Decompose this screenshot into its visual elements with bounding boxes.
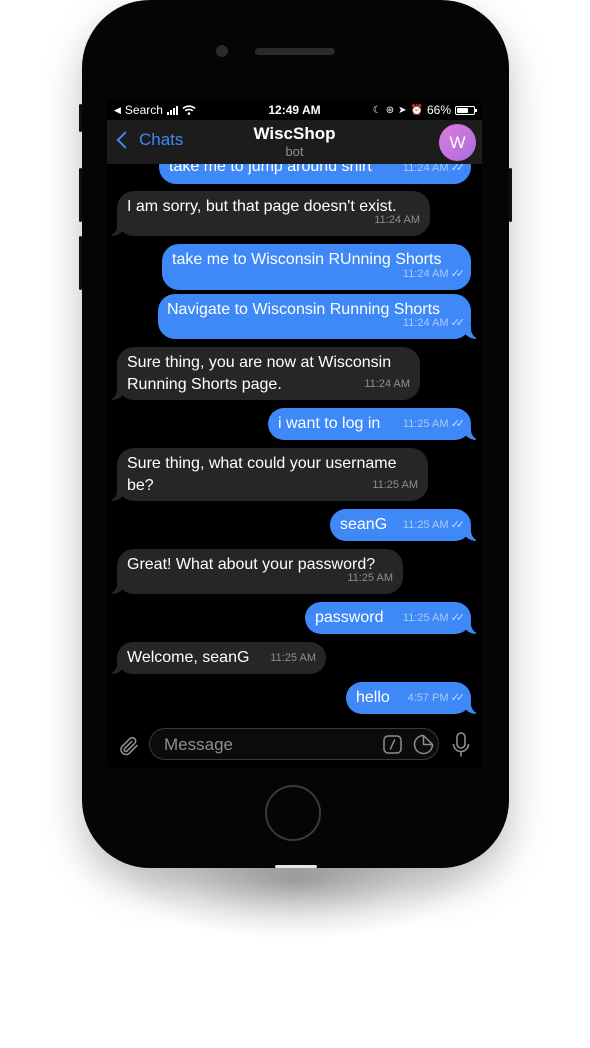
chat-header: Chats WiscShop bot W xyxy=(107,120,482,164)
status-right: ☾ ⊛ ➤ ⏰ 66% xyxy=(372,103,477,117)
phone-frame: ◀ Search 12:49 AM ☾ ⊛ ➤ ⏰ 66% Chats Wisc… xyxy=(79,0,512,868)
front-camera xyxy=(216,45,228,57)
message-bubble-outgoing[interactable]: take me to Wisconsin RUnning Shorts 11:2… xyxy=(162,244,471,290)
read-checkmarks-icon: ✓✓ xyxy=(450,692,466,704)
phone-screen: ◀ Search 12:49 AM ☾ ⊛ ➤ ⏰ 66% Chats Wisc… xyxy=(107,100,482,767)
volume-down-button xyxy=(79,236,82,290)
earpiece-speaker xyxy=(255,48,335,55)
message-bubble-incoming[interactable]: Sure thing, what could your username be?… xyxy=(107,448,428,501)
read-checkmarks-icon: ✓✓ xyxy=(450,317,466,329)
read-checkmarks-icon: ✓✓ xyxy=(450,519,466,531)
chat-subtitle: bot xyxy=(285,144,304,159)
mute-switch xyxy=(79,104,82,132)
message-time: 11:25 AM xyxy=(372,479,418,491)
message-bubble-outgoing[interactable]: take me to jump around shirt 11:24 AM ✓✓ xyxy=(159,164,471,184)
message-time: 11:24 AM xyxy=(402,268,449,280)
avatar-letter: W xyxy=(449,132,466,152)
message-bubble-outgoing[interactable]: password 11:25 AM ✓✓ xyxy=(305,602,481,634)
message-bubble-outgoing[interactable]: hello 4:57 PM ✓✓ xyxy=(346,682,481,714)
microphone-icon[interactable] xyxy=(450,731,472,759)
message-bubble-incoming[interactable]: Great! What about your password? 11:25 A… xyxy=(107,549,403,594)
message-time: 11:24 AM xyxy=(374,214,420,226)
message-bubble-incoming[interactable]: Sure thing, you are now at Wisconsin Run… xyxy=(107,347,420,400)
paperclip-icon[interactable] xyxy=(117,734,141,758)
charging-port xyxy=(275,865,317,868)
message-bubble-incoming[interactable]: I am sorry, but that page doesn't exist.… xyxy=(107,191,430,236)
sticker-icon[interactable] xyxy=(413,734,434,755)
message-time: 11:24 AM xyxy=(364,378,410,390)
read-checkmarks-icon: ✓✓ xyxy=(450,612,466,624)
slash-command-icon[interactable] xyxy=(383,735,402,754)
message-bubble-incoming[interactable]: Welcome, seanG 11:25 AM xyxy=(107,642,326,674)
message-bubble-outgoing[interactable]: seanG 11:25 AM ✓✓ xyxy=(330,509,481,541)
chat-title[interactable]: WiscShop xyxy=(107,124,482,144)
message-time: 11:25 AM xyxy=(347,572,393,584)
message-list[interactable]: take me to jump around shirt 11:24 AM ✓✓ … xyxy=(107,164,482,726)
status-bar: ◀ Search 12:49 AM ☾ ⊛ ➤ ⏰ 66% xyxy=(107,100,482,120)
message-bubble-outgoing[interactable]: Navigate to Wisconsin Running Shorts 11:… xyxy=(158,294,481,339)
message-bubble-outgoing[interactable]: i want to log in 11:25 AM ✓✓ xyxy=(268,408,481,440)
home-button[interactable] xyxy=(265,785,321,841)
power-button xyxy=(509,168,512,222)
message-time: 11:25 AM xyxy=(402,519,449,531)
avatar[interactable]: W xyxy=(439,124,476,161)
battery-icon xyxy=(455,105,477,115)
message-input[interactable] xyxy=(162,734,366,756)
orientation-lock-icon: ⊛ xyxy=(385,104,395,116)
message-input-bar xyxy=(107,726,482,767)
moon-icon: ☾ xyxy=(372,104,382,116)
message-time: 4:57 PM xyxy=(407,692,449,704)
message-time: 11:25 AM xyxy=(270,652,316,664)
location-icon: ➤ xyxy=(398,104,407,116)
read-checkmarks-icon: ✓✓ xyxy=(450,164,466,174)
message-time: 11:25 AM xyxy=(402,612,449,624)
message-time: 11:25 AM xyxy=(402,418,449,430)
alarm-icon: ⏰ xyxy=(410,104,423,116)
message-time: 11:24 AM xyxy=(402,317,449,329)
read-checkmarks-icon: ✓✓ xyxy=(450,418,466,430)
volume-up-button xyxy=(79,168,82,222)
message-time: 11:24 AM xyxy=(402,164,449,174)
read-checkmarks-icon: ✓✓ xyxy=(450,268,466,280)
message-field[interactable] xyxy=(149,728,439,760)
battery-percent: 66% xyxy=(426,103,451,117)
